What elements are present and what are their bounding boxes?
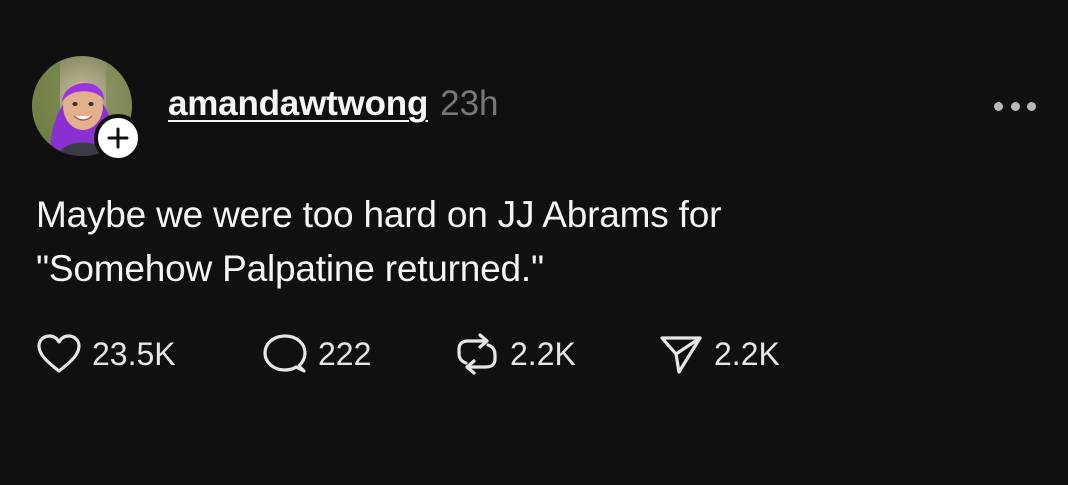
action-bar: 23.5K 222 2.2K 2.2K [36, 332, 1036, 376]
reply-count: 222 [318, 335, 372, 372]
repost-icon [457, 333, 497, 375]
post-timestamp[interactable]: 23h [440, 84, 498, 124]
post-body: Maybe we were too hard on JJ Abrams for … [36, 188, 1016, 296]
plus-icon [107, 127, 129, 149]
post-card: amandawtwong 23h Maybe we were too hard … [0, 0, 1068, 485]
more-options-button[interactable] [994, 96, 1036, 116]
repost-button[interactable]: 2.2K [454, 332, 576, 376]
share-button[interactable]: 2.2K [658, 332, 780, 376]
author-username[interactable]: amandawtwong [168, 84, 428, 124]
like-button[interactable]: 23.5K [36, 332, 176, 376]
reply-button[interactable]: 222 [262, 332, 371, 376]
heart-icon [37, 334, 81, 373]
post-text-line: Maybe we were too hard on JJ Abrams for [36, 194, 722, 235]
post-header: amandawtwong 23h [168, 84, 499, 132]
author-avatar-container[interactable] [32, 56, 142, 162]
follow-button[interactable] [94, 114, 142, 162]
send-icon [660, 336, 702, 374]
post-text-line: "Somehow Palpatine returned." [36, 248, 544, 289]
like-count: 23.5K [92, 335, 176, 372]
comment-bubble-icon [263, 334, 307, 373]
share-count: 2.2K [714, 335, 780, 372]
ellipsis-icon [994, 101, 1003, 111]
repost-count: 2.2K [510, 335, 576, 372]
